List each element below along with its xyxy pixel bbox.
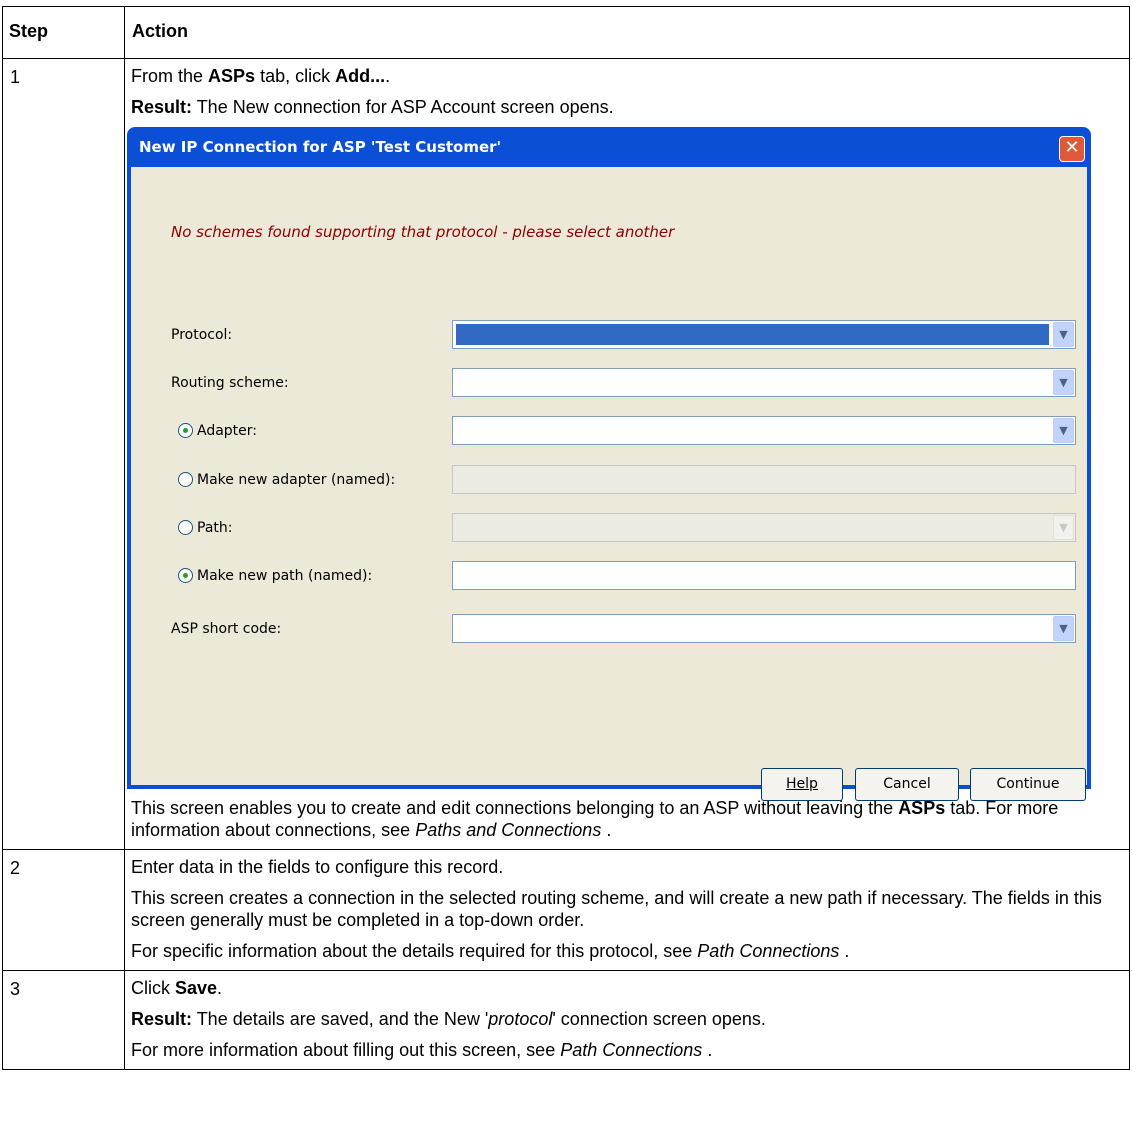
routing-scheme-label: Routing scheme: [171,375,289,391]
chevron-down-icon[interactable]: ▼ [1053,418,1074,443]
description-text: This screen creates a connection in the … [131,888,1102,930]
selection-highlight [456,324,1049,345]
error-message: No schemes found supporting that protoco… [171,223,675,241]
step-number: 3 [2,970,125,1070]
step-row-2: 2 Enter data in the fields to configure … [2,849,1130,971]
step-number: 2 [2,849,125,971]
result-text: Result: The New connection for ASP Accou… [131,97,614,117]
radio-selected-icon[interactable] [178,423,193,438]
step-row-1: 1 From the ASPs tab, click Add.... Resul… [2,58,1130,850]
chevron-down-icon[interactable]: ▼ [1053,322,1074,347]
short-code-select[interactable]: ▼ [452,614,1076,643]
help-button[interactable]: Help [761,768,843,801]
instruction-text: Click Save. [131,978,223,998]
reference-text: For more information about filling out t… [131,1040,713,1060]
radio-unselected-icon[interactable] [178,472,193,487]
radio-unselected-icon[interactable] [178,520,193,535]
instruction-text: From the ASPs tab, click Add.... [131,66,391,86]
new-path-input[interactable] [452,561,1076,590]
routing-scheme-select[interactable]: ▼ [452,368,1076,397]
header-step: Step [2,6,125,59]
chevron-down-icon[interactable]: ▼ [1053,616,1074,641]
continue-button[interactable]: Continue [970,768,1086,801]
dialog-title: New IP Connection for ASP 'Test Customer… [139,138,502,156]
connection-dialog: New IP Connection for ASP 'Test Customer… [127,127,1091,801]
chevron-down-icon: ▼ [1053,515,1074,540]
step-number: 1 [2,58,125,850]
step-row-3: 3 Click Save. Result: The details are sa… [2,970,1130,1070]
description-text: This screen enables you to create and ed… [131,798,1059,840]
protocol-select[interactable]: ▼ [452,320,1076,349]
new-adapter-option[interactable]: Make new adapter (named): [178,472,395,488]
chevron-down-icon[interactable]: ▼ [1053,370,1074,395]
adapter-select[interactable]: ▼ [452,416,1076,445]
protocol-label: Protocol: [171,327,233,343]
path-select: ▼ [452,513,1076,542]
step-action: Enter data in the fields to configure th… [124,849,1130,971]
cancel-button[interactable]: Cancel [855,768,959,801]
steps-table: Step Action 1 From the ASPs tab, click A… [2,6,1130,1070]
header-row: Step Action [2,6,1130,59]
radio-selected-icon[interactable] [178,568,193,583]
result-text: Result: The details are saved, and the N… [131,1009,766,1029]
instruction-text: Enter data in the fields to configure th… [131,857,504,877]
new-adapter-input [452,465,1076,494]
short-code-label: ASP short code: [171,621,282,637]
reference-text: For specific information about the detai… [131,941,850,961]
step-action: Click Save. Result: The details are save… [124,970,1130,1070]
new-path-option[interactable]: Make new path (named): [178,568,372,584]
dialog-body: No schemes found supporting that protoco… [131,167,1087,801]
header-action: Action [124,6,1130,59]
adapter-option[interactable]: Adapter: [178,423,257,439]
close-icon[interactable]: ✕ [1059,136,1085,162]
dialog-titlebar: New IP Connection for ASP 'Test Customer… [131,127,1087,167]
path-option[interactable]: Path: [178,520,232,536]
step-action: From the ASPs tab, click Add.... Result:… [124,58,1130,850]
